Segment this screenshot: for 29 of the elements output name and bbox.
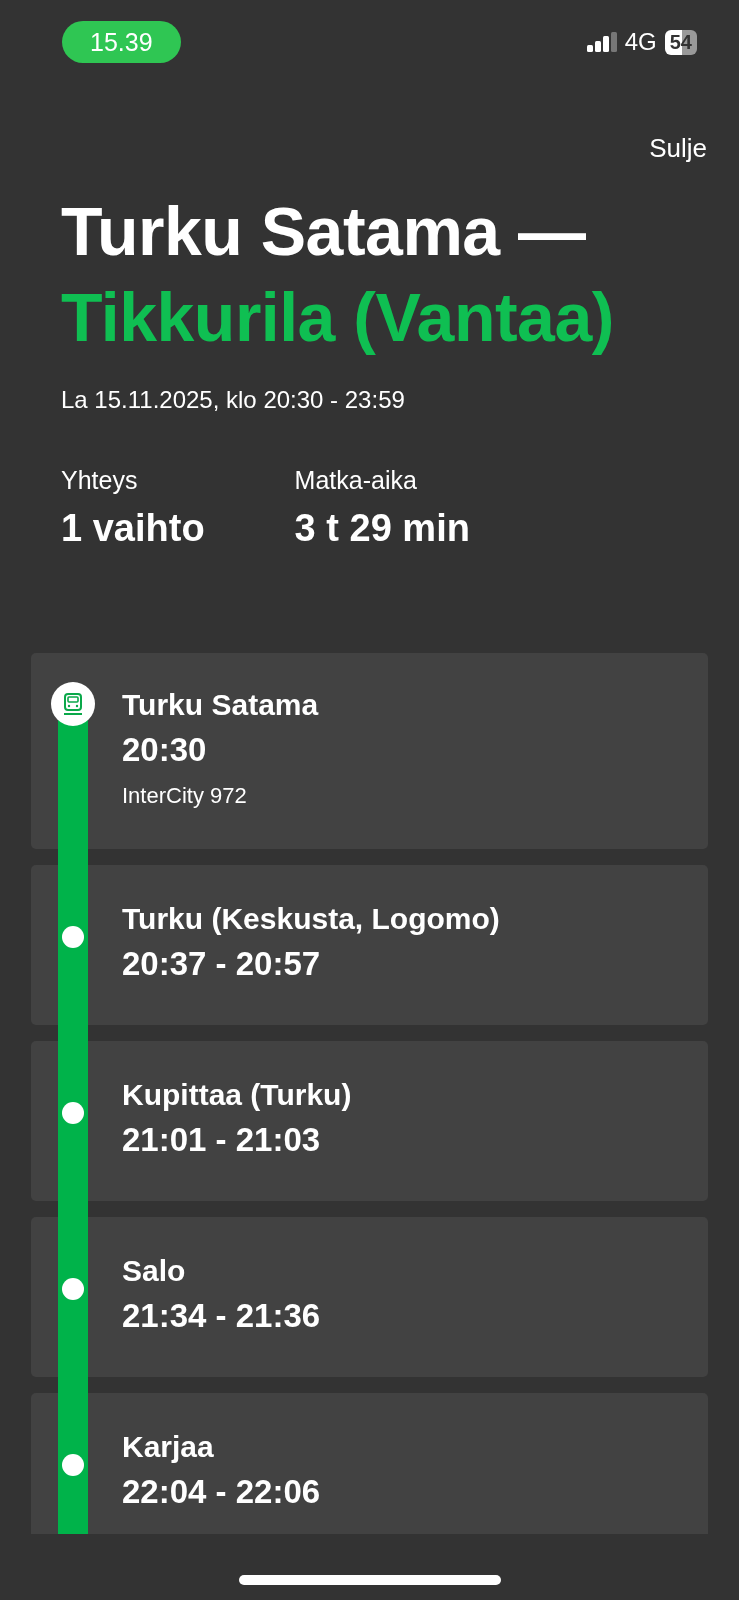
summary-value: 3 t 29 min: [294, 507, 470, 550]
stop-time: 20:37 - 20:57: [122, 944, 322, 984]
summary-label: Yhteys: [61, 466, 139, 495]
battery-indicator: 54: [664, 29, 697, 55]
status-time: 15.39: [62, 21, 181, 63]
stop-time: 21:01 - 21:03: [122, 1120, 322, 1160]
route-destination: Tikkurila (Vantaa): [61, 278, 614, 357]
summary-label: Matka-aika: [294, 466, 418, 495]
stop-card[interactable]: Karjaa 22:04 - 22:06: [31, 1393, 708, 1534]
stop-time: 21:34 - 21:36: [122, 1296, 322, 1336]
stop-name: Turku (Keskusta, Logomo): [122, 901, 501, 937]
signal-icon: [586, 32, 617, 52]
stop-name: Turku Satama: [122, 687, 320, 723]
stop-time: 22:04 - 22:06: [122, 1472, 322, 1512]
train-icon: [50, 681, 96, 727]
summary-value: 1 vaihto: [61, 507, 205, 550]
stop-card[interactable]: Turku Satama 20:30 InterCity 972: [31, 653, 708, 849]
train-name: InterCity 972: [122, 782, 248, 810]
stop-card[interactable]: Kupittaa (Turku) 21:01 - 21:03: [31, 1041, 708, 1201]
stop-card[interactable]: Turku (Keskusta, Logomo) 20:37 - 20:57: [31, 865, 708, 1025]
stop-card[interactable]: Salo 21:34 - 21:36: [31, 1217, 708, 1377]
stop-name: Salo: [122, 1253, 187, 1289]
route-origin: Turku Satama —: [61, 192, 586, 271]
stop-name: Kupittaa (Turku): [122, 1077, 353, 1113]
date-range: La 15.11.2025, klo 20:30 - 23:59: [60, 385, 406, 414]
close-button[interactable]: Sulje: [649, 133, 707, 164]
stop-name: Karjaa: [122, 1429, 215, 1465]
network-label: 4G: [624, 28, 657, 56]
stop-time: 20:30: [122, 730, 208, 770]
